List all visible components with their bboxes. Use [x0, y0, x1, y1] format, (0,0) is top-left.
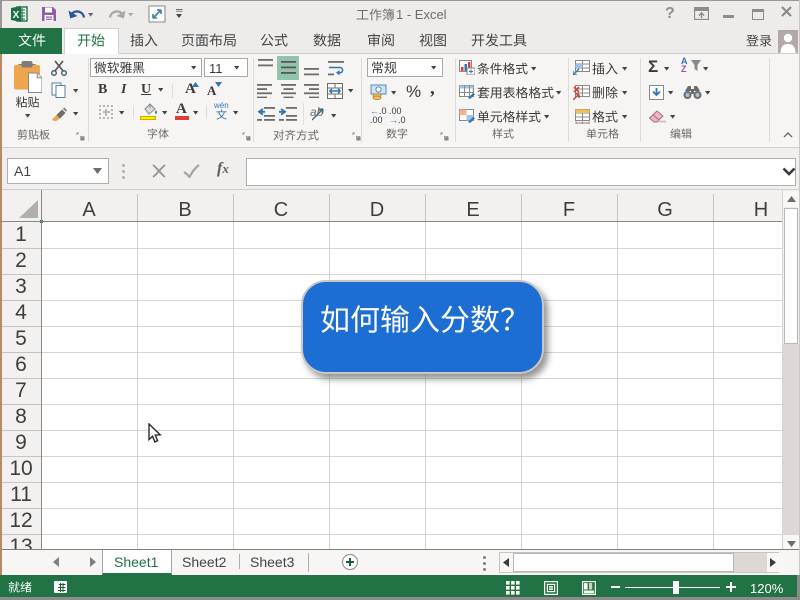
svg-text:X: X — [13, 10, 20, 21]
